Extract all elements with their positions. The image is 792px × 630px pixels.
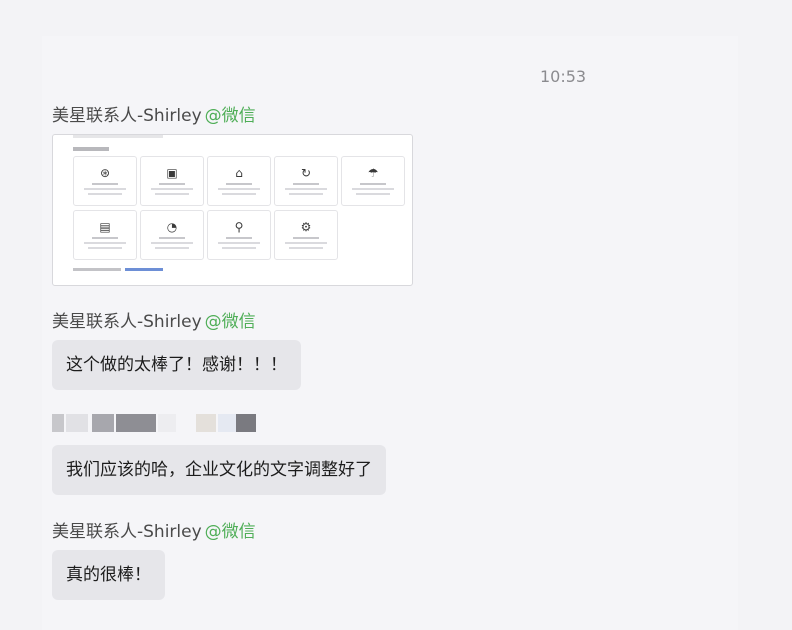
document-icon: ⊛ [99,166,111,180]
image-tile: ⊛ [73,156,137,206]
bike-icon: ⚲ [234,220,244,234]
sender-label: 美星联系人-Shirley [52,522,202,542]
image-email-line [125,268,163,271]
sender-label: 美星联系人-Shirley [52,106,202,126]
shared-image-thumbnail[interactable]: ⊛ ▣ ⌂ ↻ ☂ ▤ ◔ ⚲ ⚙ [52,134,413,286]
image-tile: ◔ [140,210,204,260]
message-bubble[interactable]: 真的很棒！ [52,550,165,600]
refresh-icon: ↻ [300,166,312,180]
cog-icon: ⚙ [300,220,312,234]
file-icon: ▣ [166,166,178,180]
wechat-tag: @微信 [204,106,256,126]
image-text-line [73,135,163,138]
sender-label: 美星联系人-Shirley [52,312,202,332]
image-tile: ▤ [73,210,137,260]
sender-name: 美星联系人-Shirley @微信 [52,101,256,126]
house-icon: ⌂ [235,166,243,180]
wechat-tag: @微信 [204,522,256,542]
sender-name: 美星联系人-Shirley @微信 [52,517,256,542]
sender-name: 美星联系人-Shirley @微信 [52,307,256,332]
message-bubble[interactable]: 这个做的太棒了！感谢！！！ [52,340,301,390]
image-text-line [73,147,109,151]
image-tile: ▣ [140,156,204,206]
image-tile: ⚙ [274,210,338,260]
wechat-tag: @微信 [204,312,256,332]
image-tile: ⌂ [207,156,271,206]
image-text-line [73,268,121,271]
image-tile: ↻ [274,156,338,206]
image-tile: ☂ [341,156,405,206]
image-tile: ⚲ [207,210,271,260]
umbrella-icon: ☂ [367,166,379,180]
message-timestamp: 10:53 [540,67,587,86]
save-icon: ▤ [99,220,111,234]
message-bubble[interactable]: 我们应该的哈，企业文化的文字调整好了 [52,445,386,495]
clock-icon: ◔ [166,220,178,234]
